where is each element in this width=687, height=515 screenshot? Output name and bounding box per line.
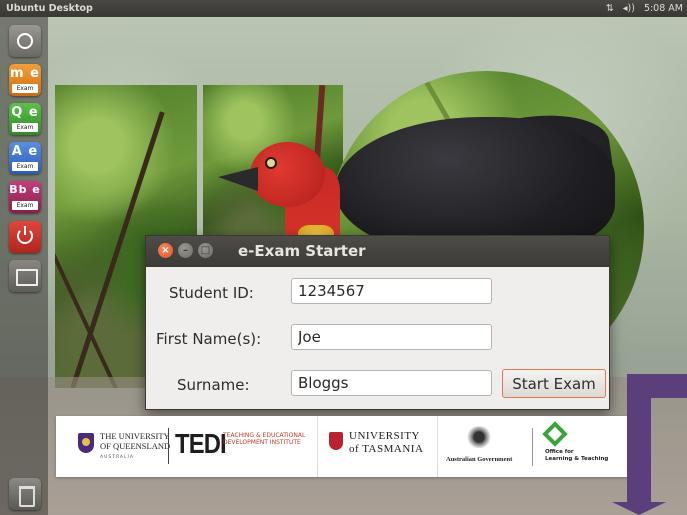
dialog-titlebar[interactable]: × – □ e-Exam Starter (146, 236, 609, 267)
tile-letters: m e (10, 66, 40, 81)
gov-olt-logo: Australian Government Office for Learnin… (438, 416, 629, 477)
workspace-icon[interactable] (9, 260, 41, 292)
surname-input[interactable] (291, 370, 492, 396)
student-id-input[interactable] (291, 278, 492, 304)
arrow-down-icon (612, 502, 666, 515)
gov-name: Australian Government (446, 456, 513, 463)
bird-eye (265, 157, 277, 169)
system-tray: ⇅ ◂)) 5:08 AM (606, 3, 683, 14)
q-exam-icon[interactable]: Q e Exam (9, 103, 41, 135)
utas-logo: UNIVERSITY of TASMANIA (318, 416, 438, 477)
clock[interactable]: 5:08 AM (644, 3, 683, 14)
logo-divider (532, 428, 533, 466)
coat-of-arms-icon (466, 426, 492, 448)
m-exam-icon[interactable]: m e Exam (9, 64, 41, 96)
launcher: m e Exam Q e Exam A e Exam Bb e Exam (0, 17, 48, 515)
surname-label: Surname: (177, 376, 250, 394)
network-icon[interactable]: ⇅ (606, 3, 614, 14)
branch (55, 213, 122, 388)
top-panel: Ubuntu Desktop ⇅ ◂)) 5:08 AM (0, 0, 687, 17)
e-exam-starter-dialog: × – □ e-Exam Starter Student ID: First N… (145, 235, 610, 410)
trash-icon[interactable] (9, 478, 41, 510)
desktop-title: Ubuntu Desktop (6, 3, 93, 14)
tedi-logo-mark: TEDI (175, 428, 227, 459)
volume-icon[interactable]: ◂)) (623, 3, 635, 14)
a-exam-icon[interactable]: A e Exam (9, 142, 41, 174)
tile-letters: Q e (11, 105, 39, 120)
bird-beak (218, 167, 258, 191)
tile-caption: Exam (12, 162, 38, 171)
sponsor-logo-banner: THE UNIVERSITY OF QUEENSLAND AUSTRALIA T… (56, 416, 629, 477)
uq-country: AUSTRALIA (100, 455, 134, 460)
tedi-full-name: TEACHING & EDUCATIONAL DEVELOPMENT INSTI… (223, 432, 306, 446)
bird-head (250, 142, 325, 207)
uq-tedi-logo: THE UNIVERSITY OF QUEENSLAND AUSTRALIA T… (56, 416, 318, 477)
student-id-label: Student ID: (169, 284, 254, 302)
logo-divider (168, 428, 169, 464)
tile-caption: Exam (12, 201, 38, 210)
maximize-icon[interactable]: □ (198, 243, 213, 258)
ubuntu-logo-icon[interactable] (9, 25, 41, 57)
close-icon[interactable]: × (158, 243, 173, 258)
tile-letters: Bb e (9, 183, 41, 196)
uq-crest-icon (78, 433, 94, 453)
utas-crest-icon (329, 432, 343, 450)
tile-caption: Exam (12, 84, 38, 93)
power-icon[interactable] (9, 221, 41, 253)
minimize-icon[interactable]: – (178, 243, 193, 258)
utas-name: UNIVERSITY of TASMANIA (349, 430, 424, 455)
uq-name: THE UNIVERSITY OF QUEENSLAND (100, 431, 171, 451)
first-name-label: First Name(s): (156, 330, 262, 348)
olt-logo-icon (542, 421, 568, 447)
bb-exam-icon[interactable]: Bb e Exam (9, 181, 41, 213)
arrow-graphic-shaft (627, 374, 651, 509)
olt-name: Office for Learning & Teaching (545, 449, 609, 462)
tile-letters: A e (11, 144, 39, 159)
tile-caption: Exam (12, 123, 38, 132)
dialog-title: e-Exam Starter (238, 242, 366, 260)
start-exam-button[interactable]: Start Exam (502, 369, 606, 398)
first-name-input[interactable] (291, 324, 492, 350)
